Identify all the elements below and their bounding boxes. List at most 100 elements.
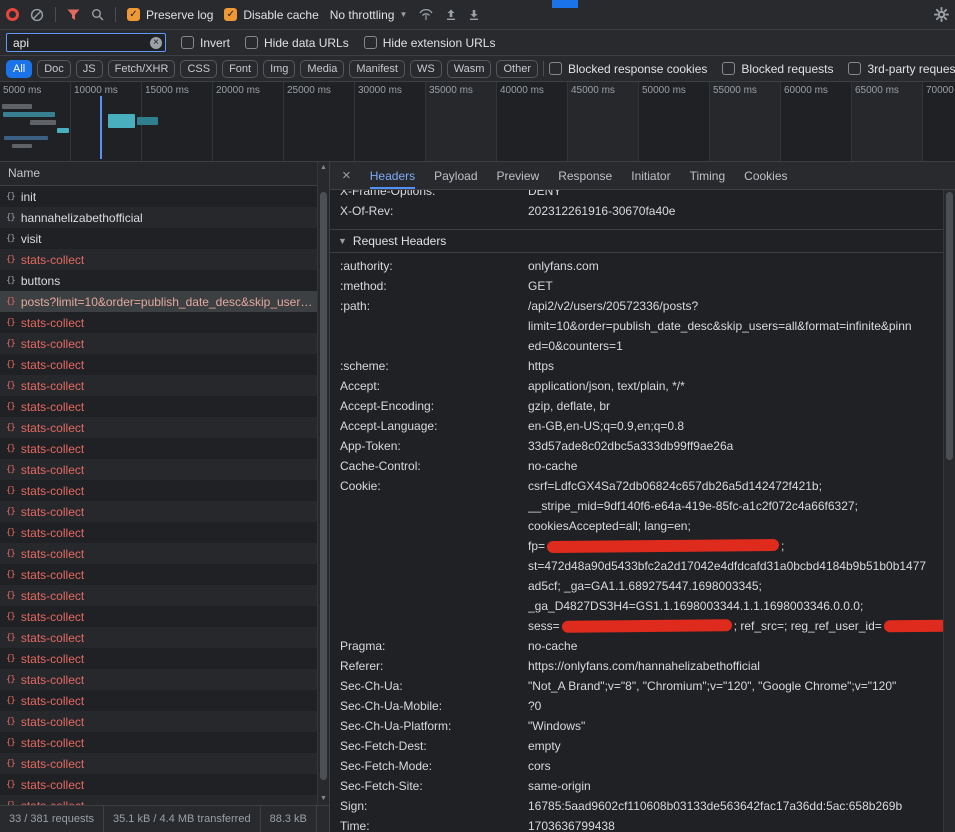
filter-chip-other[interactable]: Other [496,60,538,78]
disable-cache-checkbox[interactable]: Disable cache [224,8,318,22]
request-row[interactable]: {}visit [0,228,317,249]
filter-input[interactable] [7,36,165,50]
focus-highlight-artifact [552,0,578,8]
header-row: Time:1703636799438 [330,816,945,832]
filter-chip-doc[interactable]: Doc [37,60,71,78]
tab-cookies[interactable]: Cookies [744,162,787,189]
request-row[interactable]: {}stats-collect [0,354,317,375]
disclosure-triangle-icon[interactable]: ▼ [338,236,347,246]
tab-payload[interactable]: Payload [434,162,477,189]
header-text: sess= [528,619,560,633]
request-row[interactable]: {}stats-collect [0,753,317,774]
network-conditions-icon[interactable] [418,9,434,21]
filter-icon[interactable] [67,9,80,21]
request-row[interactable]: {}stats-collect [0,417,317,438]
fetch-icon: {} [6,549,15,559]
request-row[interactable]: {}stats-collect [0,795,317,805]
request-row[interactable]: {}stats-collect [0,249,317,270]
request-row[interactable]: {}stats-collect [0,375,317,396]
hide-data-urls-checkbox[interactable]: Hide data URLs [245,36,349,50]
preserve-log-checkbox[interactable]: Preserve log [127,8,213,22]
request-row[interactable]: {}stats-collect [0,585,317,606]
tab-headers[interactable]: Headers [370,162,415,189]
header-value-line: https [528,356,945,376]
request-row[interactable]: {}posts?limit=10&order=publish_date_desc… [0,291,317,312]
header-text: no-cache [528,639,577,653]
request-name: stats-collect [21,757,84,771]
request-row[interactable]: {}stats-collect [0,333,317,354]
request-row[interactable]: {}stats-collect [0,522,317,543]
filter-chip-all[interactable]: All [6,60,32,78]
request-row[interactable]: {}stats-collect [0,438,317,459]
request-name: stats-collect [21,358,84,372]
checkbox-blocked-response-cookies[interactable]: Blocked response cookies [549,62,707,76]
scroll-down-icon[interactable]: ▼ [318,793,329,805]
record-button[interactable] [6,8,19,21]
import-har-icon[interactable] [445,9,457,21]
name-column-header[interactable]: Name [0,162,317,186]
scroll-up-icon[interactable]: ▲ [318,162,329,174]
request-row[interactable]: {}hannahelizabethofficial [0,207,317,228]
request-row[interactable]: {}stats-collect [0,627,317,648]
request-row[interactable]: {}stats-collect [0,396,317,417]
header-value-line: en-GB,en-US;q=0.9,en;q=0.8 [528,416,945,436]
header-value-line: https://onlyfans.com/hannahelizabethoffi… [528,656,945,676]
request-row[interactable]: {}stats-collect [0,648,317,669]
request-row[interactable]: {}stats-collect [0,669,317,690]
filter-chip-media[interactable]: Media [300,60,344,78]
filter-chip-js[interactable]: JS [76,60,103,78]
request-name: stats-collect [21,652,84,666]
search-icon[interactable] [91,8,104,21]
header-value-line: 202312261916-30670fa40e [528,201,945,221]
request-row[interactable]: {}init [0,186,317,207]
tab-preview[interactable]: Preview [497,162,540,189]
tab-initiator[interactable]: Initiator [631,162,670,189]
header-row: Sec-Fetch-Mode:cors [330,756,945,776]
throttling-dropdown[interactable]: No throttling ▼ [330,8,408,22]
network-overview-timeline[interactable]: 5000 ms10000 ms15000 ms20000 ms25000 ms3… [0,82,955,162]
request-row[interactable]: {}stats-collect [0,480,317,501]
settings-gear-icon[interactable] [934,7,949,22]
header-value: https://onlyfans.com/hannahelizabethoffi… [528,656,945,676]
checkbox-3rd-party-requests[interactable]: 3rd-party requests [848,62,955,76]
fetch-icon: {} [6,297,15,307]
request-row[interactable]: {}buttons [0,270,317,291]
request-row[interactable]: {}stats-collect [0,459,317,480]
export-har-icon[interactable] [468,9,480,21]
clear-icon[interactable] [30,8,44,22]
invert-checkbox[interactable]: Invert [181,36,230,50]
filter-chip-font[interactable]: Font [222,60,258,78]
request-row[interactable]: {}stats-collect [0,543,317,564]
filter-chip-css[interactable]: CSS [180,60,217,78]
timeline-tick-label: 20000 ms [216,85,260,96]
filter-chip-ws[interactable]: WS [410,60,442,78]
timeline-tick-label: 45000 ms [571,85,615,96]
filter-chip-manifest[interactable]: Manifest [349,60,405,78]
scrollbar-thumb[interactable] [320,192,327,780]
filter-chip-fetch-xhr[interactable]: Fetch/XHR [108,60,176,78]
tab-response[interactable]: Response [558,162,612,189]
header-row: X-Frame-Options:DENY [330,190,945,201]
scrollbar-thumb[interactable] [946,192,953,460]
timeline-tick-label: 50000 ms [642,85,686,96]
header-value-line: application/json, text/plain, */* [528,376,945,396]
request-row[interactable]: {}stats-collect [0,732,317,753]
tab-timing[interactable]: Timing [690,162,726,189]
request-row[interactable]: {}stats-collect [0,711,317,732]
request-row[interactable]: {}stats-collect [0,774,317,795]
header-value: "Windows" [528,716,945,736]
clear-filter-icon[interactable]: × [150,37,162,49]
request-row[interactable]: {}stats-collect [0,690,317,711]
request-row[interactable]: {}stats-collect [0,606,317,627]
checkbox-blocked-requests[interactable]: Blocked requests [722,62,833,76]
filter-chip-img[interactable]: Img [263,60,295,78]
header-value-line: sess=; ref_src=; reg_ref_user_id= [528,616,945,636]
request-headers-section: ▼Request Headers [330,230,945,253]
request-row[interactable]: {}stats-collect [0,312,317,333]
hide-extension-urls-checkbox[interactable]: Hide extension URLs [364,36,496,50]
request-row[interactable]: {}stats-collect [0,564,317,585]
filter-chip-wasm[interactable]: Wasm [447,60,492,78]
fetch-icon: {} [6,486,15,496]
close-icon[interactable]: × [342,168,351,183]
request-row[interactable]: {}stats-collect [0,501,317,522]
